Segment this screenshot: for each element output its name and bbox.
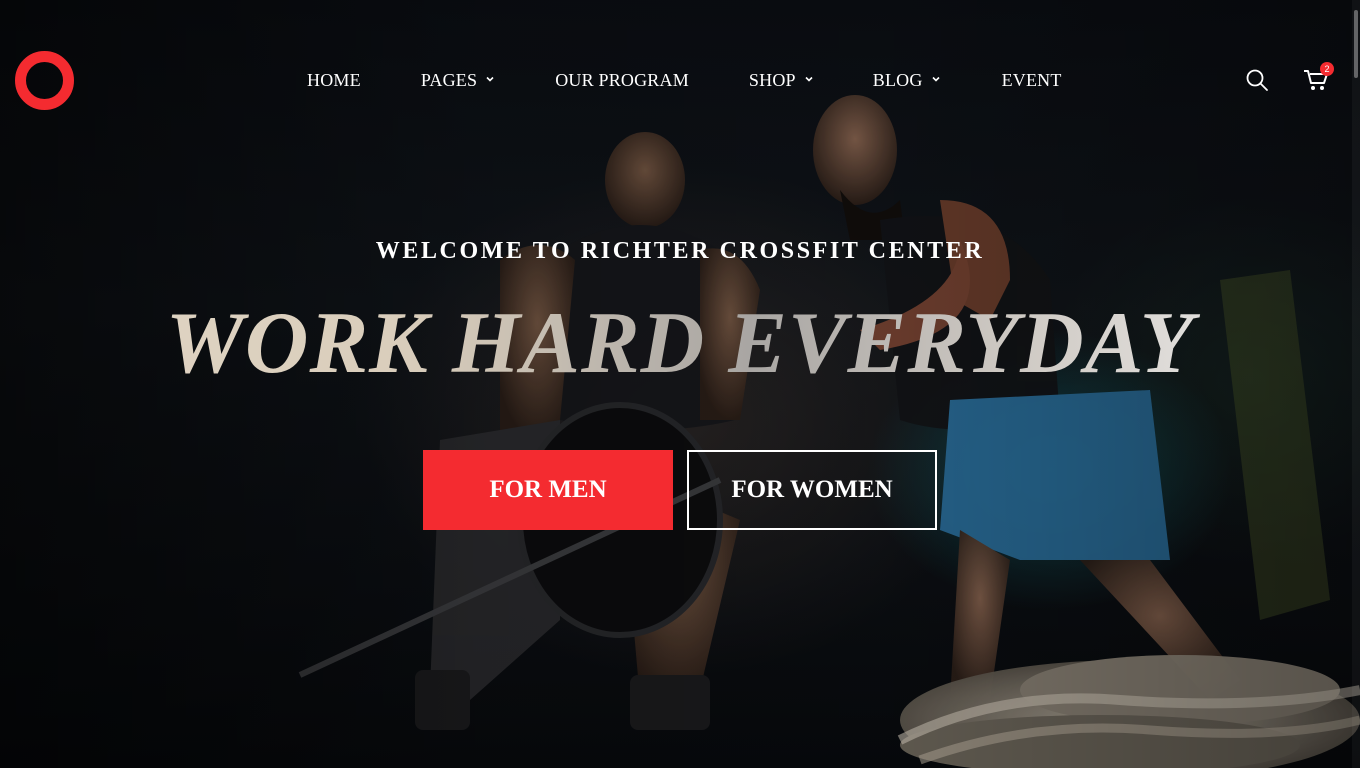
chevron-down-icon (805, 76, 813, 82)
chevron-down-icon (931, 76, 940, 82)
for-men-button[interactable]: FOR MEN (423, 450, 673, 530)
hero-headline: WORK HARD EVERYDAY (0, 296, 1360, 392)
for-men-button-label: FOR MEN (489, 476, 607, 503)
nav-label-shop: SHOP (748, 69, 796, 90)
nav-label-pages: PAGES (420, 69, 478, 90)
main-navigation: HOME PAGES OUR PROGRAM SHOP BLOG EVENT (307, 68, 1062, 92)
cart-count-badge: 2 (1320, 62, 1334, 76)
nav-label-blog: BLOG (872, 69, 923, 90)
for-women-button-label: FOR WOMEN (731, 476, 893, 503)
nav-item-pages[interactable]: PAGES (421, 70, 496, 91)
search-icon[interactable] (1245, 68, 1269, 92)
nav-item-event[interactable]: EVENT (1002, 70, 1062, 91)
nav-item-blog[interactable]: BLOG (873, 70, 942, 91)
nav-item-shop[interactable]: SHOP (749, 70, 815, 91)
nav-item-home[interactable]: HOME (307, 70, 361, 91)
chevron-down-icon (486, 76, 494, 82)
nav-label-our-program: OUR PROGRAM (555, 69, 689, 90)
hero-subtitle: WELCOME TO RICHTER CROSSFIT CENTER (375, 238, 985, 264)
nav-label-home: HOME (307, 69, 361, 90)
site-logo[interactable] (15, 51, 74, 110)
scrollbar-thumb[interactable] (1354, 10, 1358, 78)
nav-item-our-program[interactable]: OUR PROGRAM (555, 70, 689, 91)
for-women-button[interactable]: FOR WOMEN (687, 450, 937, 530)
nav-label-event: EVENT (1001, 69, 1062, 90)
